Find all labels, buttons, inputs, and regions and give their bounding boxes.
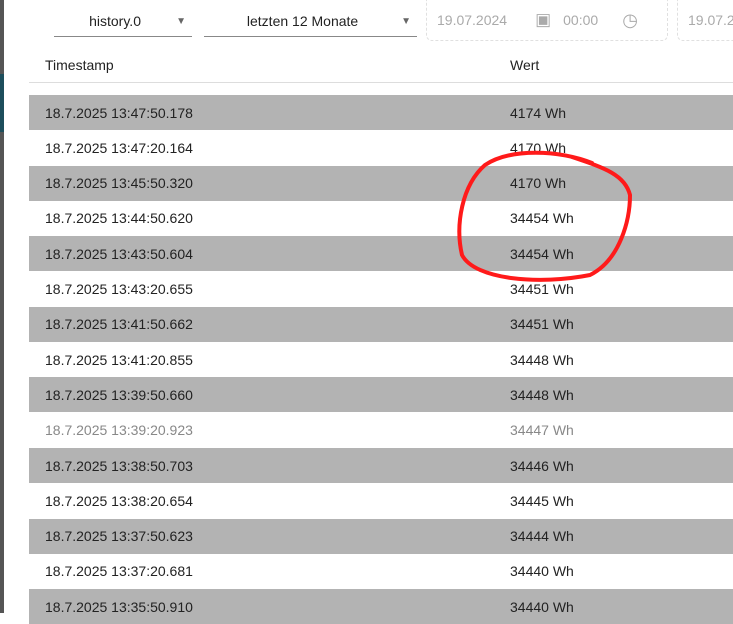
range-select[interactable]: letzten 12 Monate ▼ <box>204 6 417 37</box>
cell-value: 4174 Wh <box>510 104 567 121</box>
table-row[interactable]: 18.7.2025 13:47:20.164 4170 Wh <box>29 130 733 165</box>
table-row[interactable]: 18.7.2025 13:35:50.910 34440 Wh <box>29 589 733 624</box>
header-value[interactable]: Wert <box>510 57 539 73</box>
cell-value: 34448 Wh <box>510 351 574 368</box>
cell-timestamp: 18.7.2025 13:38:20.654 <box>45 492 193 509</box>
sidebar-active-edge <box>0 74 4 132</box>
table-row[interactable]: 18.7.2025 13:39:20.923 34447 Wh <box>29 413 733 448</box>
cell-value: 34440 Wh <box>510 598 574 615</box>
table-row[interactable]: 18.7.2025 13:38:50.703 34446 Wh <box>29 448 733 483</box>
table-row[interactable]: 18.7.2025 13:37:50.623 34444 Wh <box>29 518 733 554</box>
start-time[interactable]: 00:00 <box>563 12 598 28</box>
table-row[interactable]: 18.7.2025 13:41:20.855 34448 Wh <box>29 342 733 377</box>
table-row[interactable]: 18.7.2025 13:43:20.655 34451 Wh <box>29 272 733 307</box>
start-date[interactable]: 19.07.2024 <box>437 12 507 28</box>
cell-value: 34454 Wh <box>510 210 574 227</box>
cell-value: 34451 Wh <box>510 316 574 333</box>
instance-value: history.0 <box>89 13 141 29</box>
cell-timestamp: 18.7.2025 13:45:50.320 <box>45 175 193 192</box>
cell-value: 34445 Wh <box>510 492 574 509</box>
table-row[interactable]: 18.7.2025 13:39:50.660 34448 Wh <box>29 377 733 413</box>
cell-value: 34446 Wh <box>510 457 574 474</box>
cell-timestamp: 18.7.2025 13:43:50.604 <box>45 245 193 262</box>
table-row[interactable]: 18.7.2025 13:47:50.178 4174 Wh <box>29 95 733 130</box>
header-timestamp[interactable]: Timestamp <box>45 57 114 73</box>
calendar-icon[interactable]: ▣ <box>535 10 551 30</box>
instance-select[interactable]: history.0 ▼ <box>54 6 192 37</box>
table-row[interactable]: 18.7.2025 13:44:50.620 34454 Wh <box>29 201 733 236</box>
cell-timestamp: 18.7.2025 13:39:50.660 <box>45 386 193 403</box>
cell-timestamp: 18.7.2025 13:35:50.910 <box>45 598 193 615</box>
cell-value: 4170 Wh <box>510 139 567 156</box>
cell-timestamp: 18.7.2025 13:47:20.164 <box>45 139 193 156</box>
table-row[interactable]: 18.7.2025 13:43:50.604 34454 Wh <box>29 236 733 272</box>
cell-value: 34444 Wh <box>510 528 574 545</box>
cell-timestamp: 18.7.2025 13:38:50.703 <box>45 457 193 474</box>
cell-timestamp: 18.7.2025 13:39:20.923 <box>45 422 193 439</box>
table-row[interactable]: 18.7.2025 13:38:20.654 34445 Wh <box>29 483 733 518</box>
cell-timestamp: 18.7.2025 13:37:20.681 <box>45 563 193 580</box>
range-value: letzten 12 Monate <box>246 13 359 29</box>
cell-value: 34448 Wh <box>510 386 574 403</box>
table-row[interactable]: 18.7.2025 13:45:50.320 4170 Wh <box>29 165 733 201</box>
cell-value: 34447 Wh <box>510 422 574 439</box>
table-row[interactable]: 18.7.2025 13:41:50.662 34451 Wh <box>29 306 733 342</box>
cell-timestamp: 18.7.2025 13:47:50.178 <box>45 104 193 121</box>
table-row[interactable]: 18.7.2025 13:37:20.681 34440 Wh <box>29 554 733 589</box>
cell-timestamp: 18.7.2025 13:41:20.855 <box>45 351 193 368</box>
start-datetime[interactable]: 19.07.2024 ▣ 00:00 ◷ <box>426 0 668 41</box>
cell-timestamp: 18.7.2025 13:41:50.662 <box>45 316 193 333</box>
table-header: Timestamp Wert <box>29 48 733 83</box>
end-date[interactable]: 19.07.2 <box>688 12 733 28</box>
cell-value: 34451 Wh <box>510 281 574 297</box>
chevron-down-icon: ▼ <box>176 15 186 27</box>
end-datetime[interactable]: 19.07.2 <box>677 0 733 41</box>
cell-timestamp: 18.7.2025 13:44:50.620 <box>45 210 193 227</box>
cell-value: 34440 Wh <box>510 563 574 580</box>
cell-value: 34454 Wh <box>510 245 574 262</box>
cell-value: 4170 Wh <box>510 175 567 192</box>
clock-icon[interactable]: ◷ <box>622 10 638 31</box>
chevron-down-icon: ▼ <box>401 15 411 27</box>
cell-timestamp: 18.7.2025 13:37:50.623 <box>45 528 193 545</box>
cell-timestamp: 18.7.2025 13:43:20.655 <box>45 281 193 297</box>
